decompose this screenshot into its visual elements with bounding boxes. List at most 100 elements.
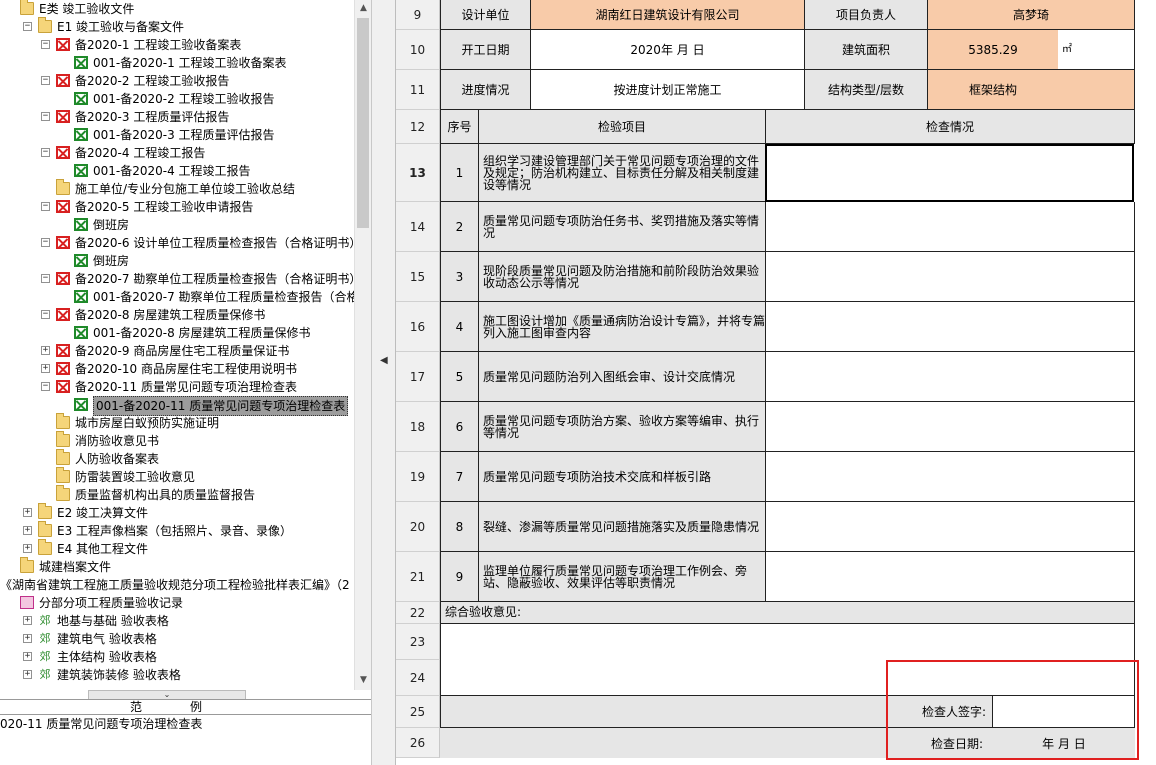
scroll-up-icon[interactable]: ▲ bbox=[355, 0, 371, 17]
item-seq: 5 bbox=[440, 352, 479, 402]
expand-icon[interactable]: + bbox=[41, 364, 50, 373]
tree-item-label: 消防验收意见书 bbox=[75, 434, 160, 448]
opinion-area[interactable] bbox=[440, 624, 1135, 696]
item-check-cell[interactable] bbox=[766, 202, 1135, 252]
tree-item-label: 001-备2020-1 工程竣工验收备案表 bbox=[93, 56, 287, 70]
signer-field[interactable] bbox=[993, 696, 1135, 728]
collapse-arrow-icon[interactable]: ◀ bbox=[380, 355, 388, 366]
item-check-cell[interactable] bbox=[766, 502, 1135, 552]
expand-icon[interactable]: + bbox=[23, 652, 32, 661]
progress-value[interactable]: 按进度计划正常施工 bbox=[531, 70, 805, 110]
collapse-icon[interactable]: − bbox=[41, 202, 50, 211]
structure-label: 结构类型/层数 bbox=[805, 70, 928, 110]
tree-vertical-scrollbar[interactable]: ▲ ▼ bbox=[354, 0, 371, 690]
sample-header-label-b: 例 bbox=[190, 700, 203, 714]
item-check-cell[interactable] bbox=[766, 402, 1135, 452]
row-header[interactable]: 10 bbox=[396, 30, 440, 70]
row-header[interactable]: 21 bbox=[396, 552, 440, 602]
tree-item-label: 城市房屋白蚁预防实施证明 bbox=[75, 416, 220, 430]
red-x-icon bbox=[56, 146, 70, 159]
row-header[interactable]: 16 bbox=[396, 302, 440, 352]
folder-icon bbox=[38, 521, 52, 537]
col-check-header: 检查情况 bbox=[766, 110, 1135, 144]
expand-icon[interactable]: + bbox=[23, 508, 32, 517]
row-header[interactable]: 12 bbox=[396, 110, 440, 144]
date-field[interactable]: 年 月 日 bbox=[993, 728, 1135, 758]
folder-icon bbox=[56, 413, 70, 429]
tree-item-label: 001-备2020-11 质量常见问题专项治理检查表 bbox=[93, 396, 349, 416]
design-unit-value[interactable]: 湖南红日建筑设计有限公司 bbox=[531, 0, 805, 30]
project-lead-value[interactable]: 高梦琦 bbox=[928, 0, 1135, 30]
expand-icon[interactable]: + bbox=[23, 616, 32, 625]
scroll-down-icon[interactable]: ▼ bbox=[355, 672, 371, 689]
area-unit: ㎡ bbox=[1058, 30, 1135, 70]
expand-icon[interactable]: + bbox=[41, 346, 50, 355]
start-date-value[interactable]: 2020年 月 日 bbox=[531, 30, 805, 70]
red-x-icon bbox=[56, 308, 70, 321]
row-header[interactable]: 17 bbox=[396, 352, 440, 402]
structure-value[interactable]: 框架结构 bbox=[928, 70, 1058, 110]
item-text: 监理单位履行质量常见问题专项治理工作例会、旁站、隐蔽验收、效果评估等职责情况 bbox=[479, 552, 766, 602]
item-seq: 2 bbox=[440, 202, 479, 252]
row-header[interactable]: 13 bbox=[396, 144, 440, 202]
panel-splitter[interactable]: ◀ bbox=[372, 0, 396, 765]
red-x-icon bbox=[56, 272, 70, 285]
tree-item-label: 备2020-1 工程竣工验收备案表 bbox=[75, 38, 242, 52]
green-x-icon bbox=[74, 254, 88, 267]
row-header[interactable]: 23 bbox=[396, 624, 440, 660]
area-value[interactable]: 5385.29 bbox=[928, 30, 1058, 70]
collapse-icon[interactable]: − bbox=[41, 310, 50, 319]
expand-icon[interactable]: + bbox=[23, 634, 32, 643]
tree-item-label: 《湖南省建筑工程施工质量验收规范分项工程检验批样表汇编》（2 bbox=[0, 578, 350, 592]
item-check-cell[interactable] bbox=[765, 144, 1134, 202]
sample-list-item[interactable]: 020-11 质量常见问题专项治理检查表 bbox=[0, 716, 202, 732]
row-header[interactable]: 22 bbox=[396, 602, 440, 624]
row-header[interactable]: 14 bbox=[396, 202, 440, 252]
row-header[interactable]: 26 bbox=[396, 728, 440, 758]
collapse-icon[interactable]: − bbox=[23, 22, 32, 31]
collapse-icon[interactable]: − bbox=[41, 238, 50, 247]
folder-icon bbox=[56, 467, 70, 483]
row-header[interactable]: 20 bbox=[396, 502, 440, 552]
item-check-cell[interactable] bbox=[766, 452, 1135, 502]
item-seq: 7 bbox=[440, 452, 479, 502]
row-header[interactable]: 15 bbox=[396, 252, 440, 302]
item-text: 质量常见问题防治列入图纸会审、设计交底情况 bbox=[479, 352, 766, 402]
tree-item-label: 001-备2020-4 工程竣工报告 bbox=[93, 164, 251, 178]
item-check-cell[interactable] bbox=[766, 302, 1135, 352]
col-seq-header: 序号 bbox=[440, 110, 479, 144]
tree-item-label: 备2020-5 工程竣工验收申请报告 bbox=[75, 200, 254, 214]
collapse-icon[interactable]: − bbox=[41, 274, 50, 283]
expand-icon[interactable]: + bbox=[23, 544, 32, 553]
folder-icon bbox=[56, 449, 70, 465]
item-seq: 9 bbox=[440, 552, 479, 602]
row-header[interactable]: 9 bbox=[396, 0, 440, 30]
item-text: 现阶段质量常见问题及防治措施和前阶段防治效果验收动态公示等情况 bbox=[479, 252, 766, 302]
red-x-icon bbox=[56, 110, 70, 123]
row-header[interactable]: 19 bbox=[396, 452, 440, 502]
folder-icon bbox=[56, 485, 70, 501]
expand-icon[interactable]: + bbox=[23, 526, 32, 535]
green-icon: 郊 bbox=[39, 650, 51, 663]
collapse-icon[interactable]: − bbox=[41, 112, 50, 121]
scrollbar-thumb[interactable] bbox=[357, 18, 369, 228]
tree-item-label: 备2020-3 工程质量评估报告 bbox=[75, 110, 230, 124]
structure-extra-cell[interactable] bbox=[1058, 70, 1135, 110]
expand-icon[interactable]: + bbox=[23, 670, 32, 679]
row-header[interactable]: 25 bbox=[396, 696, 440, 728]
item-text: 质量常见问题专项防治技术交底和样板引路 bbox=[479, 452, 766, 502]
tree-item-label: 备2020-9 商品房屋住宅工程质量保证书 bbox=[75, 344, 290, 358]
item-seq: 3 bbox=[440, 252, 479, 302]
collapse-icon[interactable]: − bbox=[41, 382, 50, 391]
green-x-icon bbox=[74, 398, 88, 411]
item-check-cell[interactable] bbox=[766, 252, 1135, 302]
collapse-icon[interactable]: − bbox=[41, 76, 50, 85]
item-check-cell[interactable] bbox=[766, 352, 1135, 402]
collapse-icon[interactable]: − bbox=[41, 148, 50, 157]
collapse-icon[interactable]: − bbox=[41, 40, 50, 49]
row-header[interactable]: 24 bbox=[396, 660, 440, 696]
row-header[interactable]: 18 bbox=[396, 402, 440, 452]
item-check-cell[interactable] bbox=[766, 552, 1135, 602]
tree-item-label: E类 竣工验收文件 bbox=[39, 2, 135, 16]
row-header[interactable]: 11 bbox=[396, 70, 440, 110]
